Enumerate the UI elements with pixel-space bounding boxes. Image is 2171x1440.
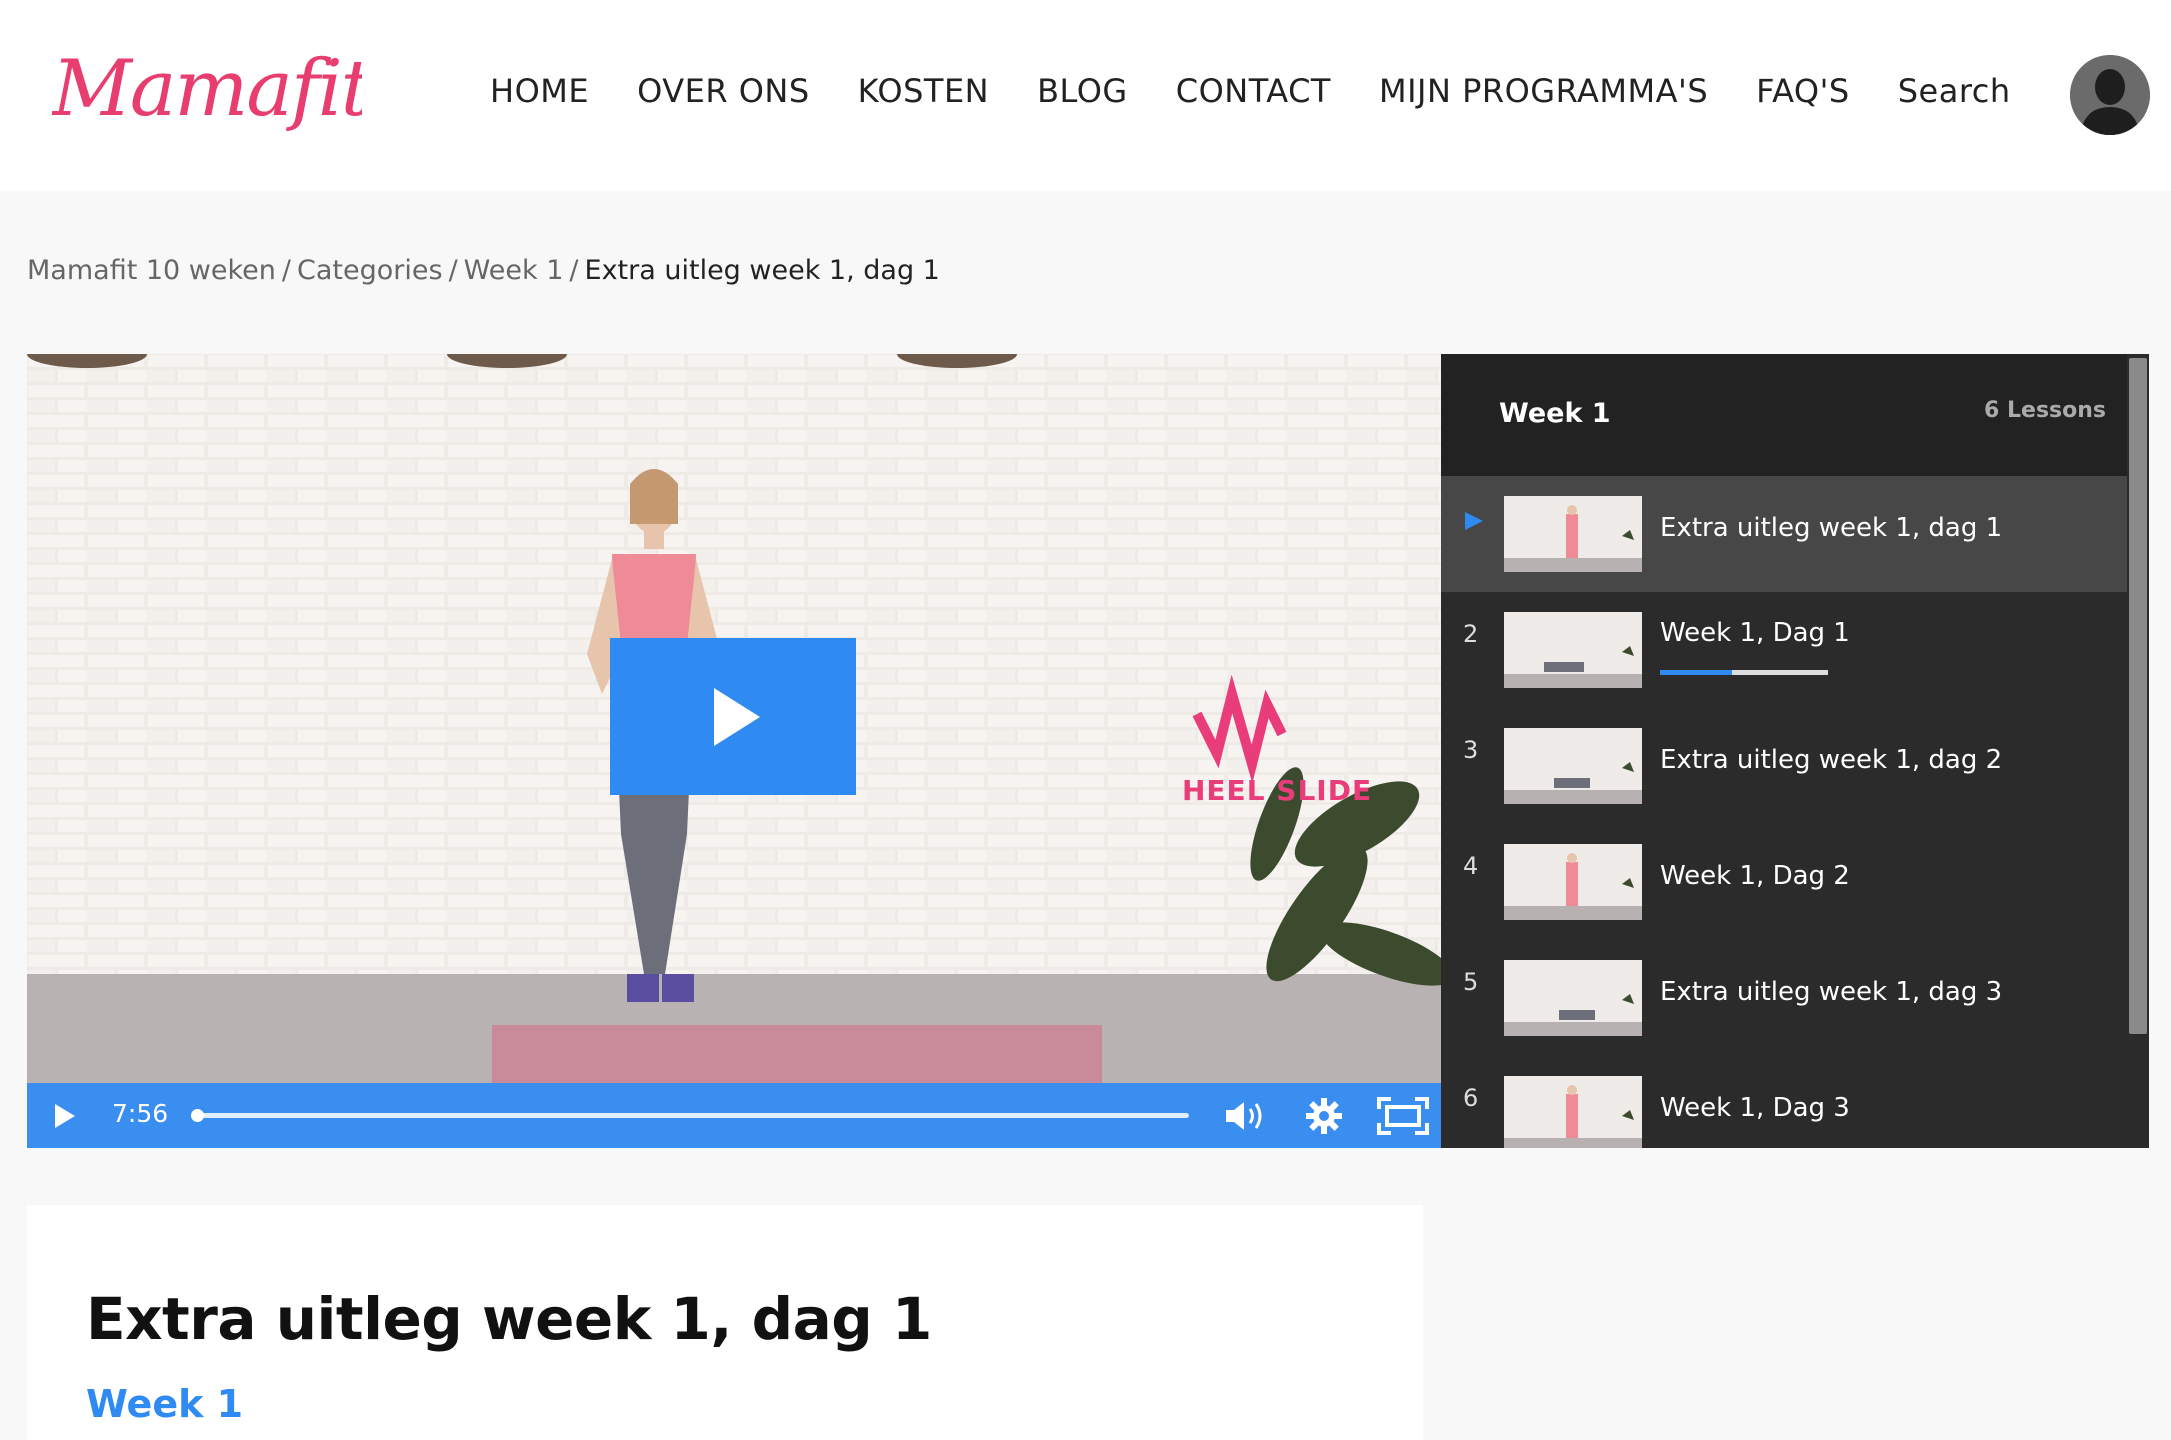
- nav-home[interactable]: HOME: [490, 68, 589, 114]
- playlist-item-4[interactable]: 4 Week 1, Dag 2: [1441, 824, 2127, 940]
- lesson-content-card: Extra uitleg week 1, dag 1 Week 1: [27, 1205, 1423, 1440]
- playlist-item-1[interactable]: Extra uitleg week 1, dag 1: [1441, 476, 2127, 592]
- lesson-number: 3: [1463, 736, 1479, 764]
- volume-icon[interactable]: [1224, 1098, 1268, 1134]
- lesson-title: Week 1, Dag 3: [1660, 1093, 1850, 1123]
- main-nav: HOME OVER ONS KOSTEN BLOG CONTACT MIJN P…: [490, 68, 2011, 114]
- lesson-number: 5: [1463, 968, 1479, 996]
- breadcrumb-separator: /: [569, 255, 579, 286]
- nav-faqs[interactable]: FAQ'S: [1756, 68, 1850, 114]
- lesson-title: Extra uitleg week 1, dag 3: [1660, 977, 2003, 1007]
- settings-gear-icon[interactable]: [1305, 1097, 1343, 1135]
- video-time: 7:56: [112, 1099, 169, 1128]
- play-icon: [714, 688, 760, 746]
- breadcrumb-link[interactable]: Week 1: [464, 255, 564, 286]
- lesson-thumbnail: [1504, 1076, 1642, 1148]
- lesson-progress-bar: [1660, 670, 1828, 675]
- playlist-scrollbar-thumb[interactable]: [2129, 358, 2147, 1034]
- lesson-thumbnail: [1504, 612, 1642, 688]
- playlist-item-2[interactable]: 2 Week 1, Dag 1: [1441, 592, 2127, 708]
- breadcrumb: Mamafit 10 weken / Categories / Week 1/Extra…: [27, 255, 940, 286]
- breadcrumb-separator: /: [281, 255, 292, 286]
- lesson-title: Week 1, Dag 2: [1660, 861, 1850, 891]
- lesson-number: 4: [1463, 852, 1479, 880]
- svg-text:Mamafit: Mamafit: [52, 44, 362, 134]
- video-watermark: HEEL SLIDE: [1182, 774, 1373, 807]
- playlist-title: Week 1: [1499, 398, 1611, 429]
- user-avatar[interactable]: [2070, 55, 2150, 135]
- video-controls: 7:56: [27, 1083, 1441, 1148]
- nav-mijn-programmas[interactable]: MIJN PROGRAMMA'S: [1379, 68, 1708, 114]
- lesson-title: Extra uitleg week 1, dag 1: [1660, 513, 2003, 543]
- breadcrumb-current: Extra uitleg week 1, dag 1: [584, 255, 940, 286]
- lesson-thumbnail: [1504, 844, 1642, 920]
- playlist-item-5[interactable]: 5 Extra uitleg week 1, dag 3: [1441, 940, 2127, 1056]
- big-play-button[interactable]: [610, 638, 856, 795]
- nav-blog[interactable]: BLOG: [1037, 68, 1128, 114]
- site-header: Mamafit HOME OVER ONS KOSTEN BLOG CONTAC…: [0, 0, 2171, 191]
- mamafit-logo[interactable]: Mamafit: [52, 40, 362, 150]
- playlist-header: Week 1 6 Lessons: [1441, 354, 2127, 476]
- lesson-thumbnail: [1504, 960, 1642, 1036]
- playlist-count: 6 Lessons: [1984, 398, 2106, 423]
- play-icon[interactable]: [49, 1101, 79, 1131]
- progress-handle[interactable]: [191, 1109, 204, 1122]
- lesson-progress-fill: [1660, 670, 1733, 675]
- lesson-title: Extra uitleg week 1, dag 2: [1660, 745, 2003, 775]
- lesson-category-link[interactable]: Week 1: [86, 1382, 243, 1426]
- breadcrumb-link[interactable]: Mamafit 10 weken: [27, 255, 276, 286]
- user-silhouette-icon: [2070, 55, 2150, 135]
- fullscreen-icon[interactable]: [1377, 1097, 1429, 1135]
- lesson-number: 6: [1463, 1084, 1479, 1112]
- lesson-number: 2: [1463, 620, 1479, 648]
- video-player[interactable]: HEEL SLIDE 7:56: [27, 354, 1441, 1148]
- playlist-item-3[interactable]: 3 Extra uitleg week 1, dag 2: [1441, 708, 2127, 824]
- lesson-thumbnail: [1504, 496, 1642, 572]
- nav-kosten[interactable]: KOSTEN: [858, 68, 989, 114]
- playlist-scrollbar[interactable]: [2127, 354, 2149, 1148]
- playlist-item-6[interactable]: 6 Week 1, Dag 3: [1441, 1056, 2127, 1148]
- lesson-title: Week 1, Dag 1: [1660, 618, 1850, 648]
- nav-search[interactable]: Search: [1898, 68, 2011, 114]
- nav-over-ons[interactable]: OVER ONS: [637, 68, 810, 114]
- video-progress-bar[interactable]: [191, 1109, 1189, 1122]
- lesson-thumbnail: [1504, 728, 1642, 804]
- breadcrumb-link[interactable]: Categories: [297, 255, 443, 286]
- nav-contact[interactable]: CONTACT: [1176, 68, 1331, 114]
- breadcrumb-separator: /: [448, 255, 458, 286]
- lesson-playlist: Week 1 6 Lessons Extra uitleg week 1, da…: [1441, 354, 2149, 1148]
- now-playing-icon: [1465, 512, 1483, 530]
- lesson-heading: Extra uitleg week 1, dag 1: [86, 1285, 932, 1353]
